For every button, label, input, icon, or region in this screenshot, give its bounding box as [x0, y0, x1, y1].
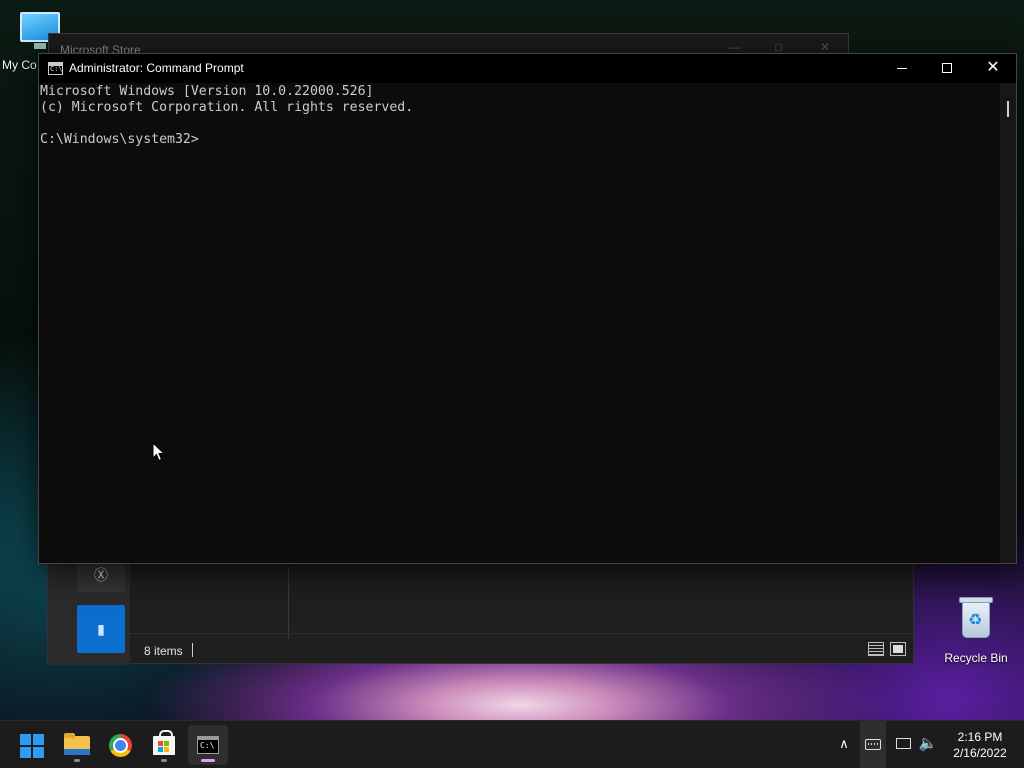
taskbar-chrome[interactable] — [100, 725, 140, 765]
terminal-line: (c) Microsoft Corporation. All rights re… — [40, 100, 414, 115]
details-view-icon[interactable] — [868, 642, 884, 656]
store-minimize-button[interactable]: — — [729, 40, 741, 54]
taskbar: C:\ ∧ 🔈 2:16 PM 2/16/2022 — [0, 720, 1024, 768]
network-button[interactable] — [893, 721, 915, 768]
app-tile-icon[interactable]: ▮ — [77, 605, 125, 653]
large-icons-view-icon[interactable] — [890, 642, 906, 656]
touch-keyboard-button[interactable] — [860, 721, 886, 768]
cmd-app-icon[interactable]: C:\ — [48, 62, 63, 75]
minimize-button[interactable] — [879, 54, 925, 83]
command-prompt-window[interactable]: C:\ Administrator: Command Prompt ✕ Micr… — [38, 53, 1017, 564]
folder-icon — [64, 733, 90, 755]
speaker-icon: 🔈 — [918, 735, 938, 752]
navigation-pane: Ⓧ ▮ — [48, 561, 130, 665]
taskbar-clock[interactable]: 2:16 PM 2/16/2022 — [944, 729, 1016, 761]
vertical-scrollbar[interactable] — [1000, 83, 1016, 563]
desktop-icon-recycle-bin[interactable]: ♻ Recycle Bin — [940, 596, 1012, 665]
desktop-icon-label: Recycle Bin — [944, 651, 1008, 665]
desktop-icon-label: My Co — [2, 58, 37, 72]
taskbar-command-prompt[interactable]: C:\ — [188, 725, 228, 765]
terminal-line: Microsoft Windows [Version 10.0.22000.52… — [40, 84, 374, 99]
volume-button[interactable]: 🔈 — [916, 721, 940, 768]
taskbar-file-explorer[interactable] — [57, 725, 97, 765]
active-indicator — [201, 759, 215, 762]
clock-time: 2:16 PM — [957, 730, 1003, 744]
chrome-icon — [109, 734, 132, 757]
windows-logo-icon — [20, 734, 44, 758]
file-explorer-window[interactable]: Ⓧ ▮ 8 items — [47, 560, 915, 665]
store-maximize-button[interactable]: □ — [775, 40, 782, 54]
start-button[interactable] — [12, 725, 52, 765]
close-button[interactable]: ✕ — [970, 54, 1016, 83]
status-separator — [192, 643, 193, 657]
running-indicator — [161, 759, 167, 762]
item-count-status: 8 items — [144, 644, 183, 658]
network-icon — [896, 738, 911, 749]
terminal-icon: C:\ — [197, 736, 219, 754]
keyboard-icon — [865, 739, 881, 750]
clock-date: 2/16/2022 — [953, 746, 1007, 760]
store-bag-icon — [153, 730, 175, 755]
running-indicator — [74, 759, 80, 762]
xbox-icon[interactable]: Ⓧ — [77, 564, 125, 592]
scrollbar-thumb[interactable] — [1007, 101, 1009, 117]
close-icon: ✕ — [986, 59, 1000, 76]
show-hidden-icons-button[interactable]: ∧ — [834, 721, 854, 768]
terminal-output[interactable]: Microsoft Windows [Version 10.0.22000.52… — [39, 83, 999, 563]
cmd-title-bar[interactable]: C:\ Administrator: Command Prompt ✕ — [39, 54, 1016, 83]
maximize-icon — [942, 63, 952, 73]
maximize-button[interactable] — [924, 54, 970, 83]
mouse-cursor-icon — [152, 442, 166, 462]
recycle-bin-icon: ♻ — [959, 596, 993, 638]
window-title: Administrator: Command Prompt — [69, 61, 244, 75]
minimize-icon — [897, 68, 907, 69]
chevron-up-icon: ∧ — [839, 736, 849, 751]
status-bar-divider — [130, 633, 915, 634]
taskbar-microsoft-store[interactable] — [144, 725, 184, 765]
store-close-button[interactable]: ✕ — [820, 40, 830, 54]
column-divider[interactable] — [288, 567, 289, 639]
terminal-prompt[interactable]: C:\Windows\system32> — [40, 132, 999, 148]
